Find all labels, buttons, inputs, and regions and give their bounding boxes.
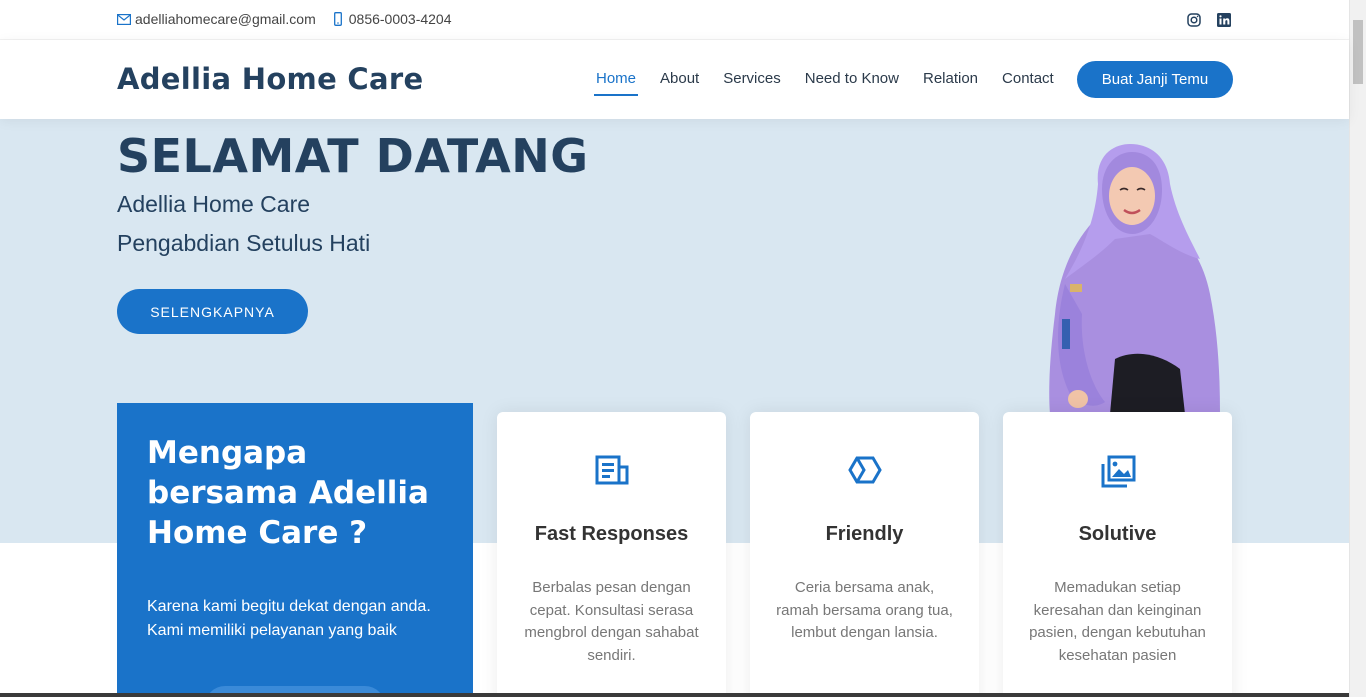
- nav-need-to-know[interactable]: Need to Know: [805, 70, 899, 95]
- feature-card-fast-responses: Fast Responses Berbalas pesan dengan cep…: [497, 412, 726, 697]
- card-title: Solutive: [1078, 523, 1157, 545]
- card-text: Memadukan setiap keresahan dan keinginan…: [1029, 579, 1206, 664]
- nurse-illustration: [1040, 144, 1230, 414]
- nav-services[interactable]: Services: [723, 70, 781, 95]
- hero-subtitle-1: Adellia Home Care: [117, 191, 311, 217]
- email-text: adelliahomecare@gmail.com: [135, 11, 316, 27]
- images-icon: [1003, 455, 1232, 489]
- envelope-icon: [117, 13, 131, 25]
- card-title: Fast Responses: [534, 523, 689, 545]
- why-us-title: Mengapa bersama Adellia Home Care ?: [147, 435, 429, 551]
- nav-relation[interactable]: Relation: [923, 70, 978, 95]
- topbar: adelliahomecare@gmail.com 0856-0003-4204: [0, 0, 1349, 40]
- card-title: Friendly: [825, 523, 904, 545]
- window-bottom-edge: [0, 693, 1349, 697]
- read-more-button[interactable]: SELENGKAPNYA: [117, 289, 308, 334]
- phone-link[interactable]: 0856-0003-4204: [333, 11, 452, 27]
- nav-home[interactable]: Home: [593, 70, 639, 96]
- nav-about[interactable]: About: [660, 70, 699, 95]
- instagram-icon[interactable]: [1186, 12, 1202, 28]
- site-header: Adellia Home Care Home About Services Ne…: [0, 40, 1349, 119]
- hexagon-icon: [750, 455, 979, 485]
- topbar-contact: adelliahomecare@gmail.com 0856-0003-4204: [117, 11, 470, 27]
- phone-icon: [333, 12, 342, 26]
- why-us-box: Mengapa bersama Adellia Home Care ? Kare…: [117, 403, 473, 697]
- page-scrollbar[interactable]: [1349, 0, 1366, 697]
- site-logo[interactable]: Adellia Home Care: [117, 62, 423, 96]
- linkedin-icon[interactable]: [1216, 12, 1232, 28]
- card-text: Berbalas pesan dengan cepat. Konsultasi …: [524, 579, 699, 664]
- feature-card-solutive: Solutive Memadukan setiap keresahan dan …: [1003, 412, 1232, 697]
- card-text: Ceria bersama anak, ramah bersama orang …: [776, 579, 953, 641]
- scrollbar-thumb[interactable]: [1353, 20, 1363, 84]
- feature-card-friendly: Friendly Ceria bersama anak, ramah bersa…: [750, 412, 979, 697]
- hero-title: SELAMAT DATANG: [117, 129, 589, 183]
- newspaper-icon: [497, 455, 726, 485]
- nav-contact[interactable]: Contact: [1002, 70, 1054, 95]
- email-link[interactable]: adelliahomecare@gmail.com: [117, 11, 316, 27]
- social-links: [1186, 12, 1232, 28]
- main-nav: Home About Services Need to Know Relatio…: [593, 70, 1078, 96]
- appointment-button[interactable]: Buat Janji Temu: [1077, 61, 1233, 98]
- why-us-text: Karena kami begitu dekat dengan anda. Ka…: [147, 598, 431, 639]
- phone-text: 0856-0003-4204: [348, 11, 452, 27]
- hero-subtitle-2: Pengabdian Setulus Hati: [117, 230, 371, 256]
